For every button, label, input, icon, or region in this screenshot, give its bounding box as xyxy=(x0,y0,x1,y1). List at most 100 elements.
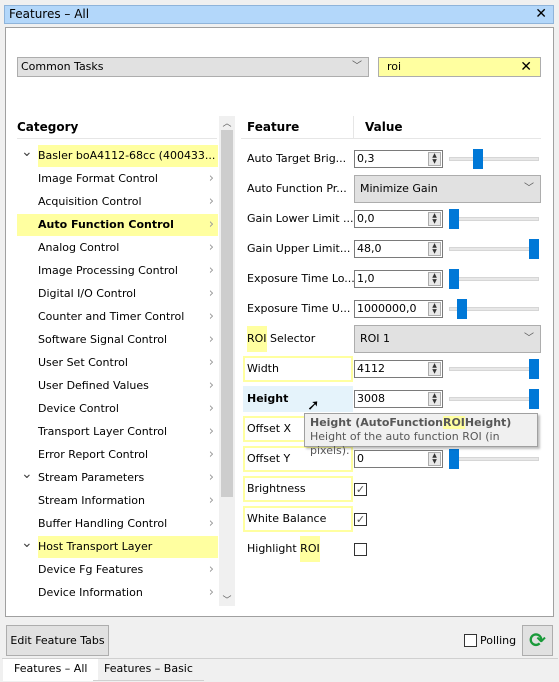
chevron-right-icon[interactable]: › xyxy=(209,237,214,259)
tree-item[interactable]: Image Format Control › xyxy=(17,168,218,190)
tree-item[interactable]: Acquisition Control › xyxy=(17,191,218,213)
spin-up-down-icon[interactable]: ▲▼ xyxy=(428,212,441,226)
chevron-right-icon[interactable]: › xyxy=(209,490,214,512)
spinbox-value: 48,0 xyxy=(357,242,382,255)
chevron-right-icon[interactable]: › xyxy=(209,191,214,213)
tree-item[interactable]: Image Processing Control › xyxy=(17,260,218,282)
feature-label-text: Auto Target Brig... xyxy=(247,152,347,165)
divider xyxy=(241,138,541,139)
tree-item[interactable]: Counter and Timer Control › xyxy=(17,306,218,328)
tree-item-label: Transport Layer Control xyxy=(38,425,168,438)
spin-up-down-icon[interactable]: ▲▼ xyxy=(428,272,441,286)
tree-item[interactable]: Auto Function Control › xyxy=(17,214,218,236)
tree-item-label: Device Fg Features xyxy=(38,563,144,576)
chevron-down-icon[interactable]: ⌄ xyxy=(21,141,33,163)
chevron-down-icon[interactable]: ⌄ xyxy=(21,463,33,485)
feature-checkbox[interactable] xyxy=(354,543,367,556)
feature-slider[interactable] xyxy=(449,239,539,259)
checkbox-box[interactable] xyxy=(464,633,477,647)
tree-item-label: Image Format Control xyxy=(38,172,158,185)
clear-search-icon[interactable]: ✕ xyxy=(520,58,532,76)
tab-features-basic[interactable]: Features – Basic xyxy=(93,659,204,681)
chevron-right-icon[interactable]: › xyxy=(209,168,214,190)
chevron-right-icon[interactable]: › xyxy=(209,398,214,420)
common-tasks-dropdown[interactable]: Common Tasks ﹀ xyxy=(17,57,369,77)
tree-item[interactable]: Device Fg Features › xyxy=(17,559,218,581)
refresh-button[interactable]: ⟳ xyxy=(522,625,553,656)
tree-item[interactable]: Device Control › xyxy=(17,398,218,420)
chevron-right-icon[interactable]: › xyxy=(209,582,214,604)
feature-slider[interactable] xyxy=(449,269,539,289)
slider-thumb[interactable] xyxy=(529,389,539,409)
slider-thumb[interactable] xyxy=(529,239,539,259)
chevron-right-icon[interactable]: › xyxy=(209,444,214,466)
feature-label: Auto Target Brig... xyxy=(243,146,353,172)
spin-up-down-icon[interactable]: ▲▼ xyxy=(428,392,441,406)
feature-dropdown[interactable]: Minimize Gain ﹀ xyxy=(354,175,541,203)
feature-checkbox[interactable]: ✓ xyxy=(354,513,367,526)
tree-item[interactable]: Stream Information › xyxy=(17,490,218,512)
tree-item[interactable]: Software Signal Control › xyxy=(17,329,218,351)
chevron-right-icon[interactable]: › xyxy=(209,306,214,328)
chevron-right-icon[interactable]: › xyxy=(209,513,214,535)
chevron-right-icon[interactable]: › xyxy=(209,352,214,374)
scroll-down-icon[interactable]: ﹀ xyxy=(219,593,235,606)
tooltip: Height (AutoFunctionROIHeight) Height of… xyxy=(304,413,538,457)
feature-spinbox[interactable]: 4112 ▲ ▼ xyxy=(354,360,443,378)
chevron-right-icon[interactable]: › xyxy=(209,329,214,351)
tree-item[interactable]: Buffer Handling Control › xyxy=(17,513,218,535)
spinbox-value: 4112 xyxy=(357,362,385,375)
chevron-right-icon[interactable]: › xyxy=(209,260,214,282)
chevron-right-icon[interactable]: › xyxy=(209,375,214,397)
spin-up-down-icon[interactable]: ▲▼ xyxy=(428,302,441,316)
tab-features-all[interactable]: Features – All xyxy=(3,659,99,681)
slider-thumb[interactable] xyxy=(457,299,467,319)
slider-thumb[interactable] xyxy=(449,269,459,289)
polling-checkbox[interactable]: Polling xyxy=(461,633,516,647)
chevron-right-icon[interactable]: › xyxy=(209,421,214,443)
spin-up-down-icon[interactable]: ▲▼ xyxy=(428,152,441,166)
feature-slider[interactable] xyxy=(449,299,539,319)
tree-item[interactable]: Transport Layer Control › xyxy=(17,421,218,443)
feature-spinbox[interactable]: 3008 ▲ ▼ xyxy=(354,390,443,408)
tree-item[interactable]: Device Information › xyxy=(17,582,218,604)
slider-thumb[interactable] xyxy=(529,359,539,379)
tree-item-label: Image Processing Control xyxy=(38,264,178,277)
slider-thumb[interactable] xyxy=(473,149,483,169)
close-icon[interactable]: ✕ xyxy=(535,6,547,23)
feature-slider[interactable] xyxy=(449,359,539,379)
tree-item[interactable]: Analog Control › xyxy=(17,237,218,259)
tree-item[interactable]: User Defined Values › xyxy=(17,375,218,397)
tree-item[interactable]: User Set Control › xyxy=(17,352,218,374)
feature-slider[interactable] xyxy=(449,209,539,229)
edit-feature-tabs-button[interactable]: Edit Feature Tabs xyxy=(6,625,109,656)
chevron-down-icon[interactable]: ⌄ xyxy=(21,532,33,554)
polling-label: Polling xyxy=(480,633,517,647)
category-scrollbar[interactable]: ︿ ﹀ xyxy=(219,116,235,606)
feature-spinbox[interactable]: 1,0 ▲ ▼ xyxy=(354,270,443,288)
feature-dropdown[interactable]: ROI 1 ﹀ xyxy=(354,325,541,353)
scroll-up-icon[interactable]: ︿ xyxy=(219,116,235,129)
tree-item-label: User Set Control xyxy=(38,356,128,369)
tree-item[interactable]: Digital I/O Control › xyxy=(17,283,218,305)
slider-thumb[interactable] xyxy=(449,209,459,229)
chevron-right-icon[interactable]: › xyxy=(209,467,214,489)
tree-item[interactable]: ⌄ Stream Parameters › xyxy=(17,466,218,489)
tree-item[interactable]: ⌄ Basler boA4112-68cc (400433... xyxy=(17,144,218,167)
feature-slider[interactable] xyxy=(449,389,539,409)
chevron-right-icon[interactable]: › xyxy=(209,214,214,236)
feature-spinbox[interactable]: 0,3 ▲ ▼ xyxy=(354,150,443,168)
spin-up-down-icon[interactable]: ▲▼ xyxy=(428,362,441,376)
feature-spinbox[interactable]: 0,0 ▲ ▼ xyxy=(354,210,443,228)
search-input[interactable]: roi ✕ xyxy=(378,57,541,77)
feature-spinbox[interactable]: 48,0 ▲ ▼ xyxy=(354,240,443,258)
scrollbar-thumb[interactable] xyxy=(221,130,233,497)
feature-spinbox[interactable]: 1000000,0 ▲ ▼ xyxy=(354,300,443,318)
feature-checkbox[interactable]: ✓ xyxy=(354,483,367,496)
tree-item[interactable]: ⌄ Host Transport Layer xyxy=(17,535,218,558)
spin-up-down-icon[interactable]: ▲▼ xyxy=(428,242,441,256)
tree-item[interactable]: Error Report Control › xyxy=(17,444,218,466)
chevron-right-icon[interactable]: › xyxy=(209,559,214,581)
chevron-right-icon[interactable]: › xyxy=(209,283,214,305)
feature-slider[interactable] xyxy=(449,149,539,169)
